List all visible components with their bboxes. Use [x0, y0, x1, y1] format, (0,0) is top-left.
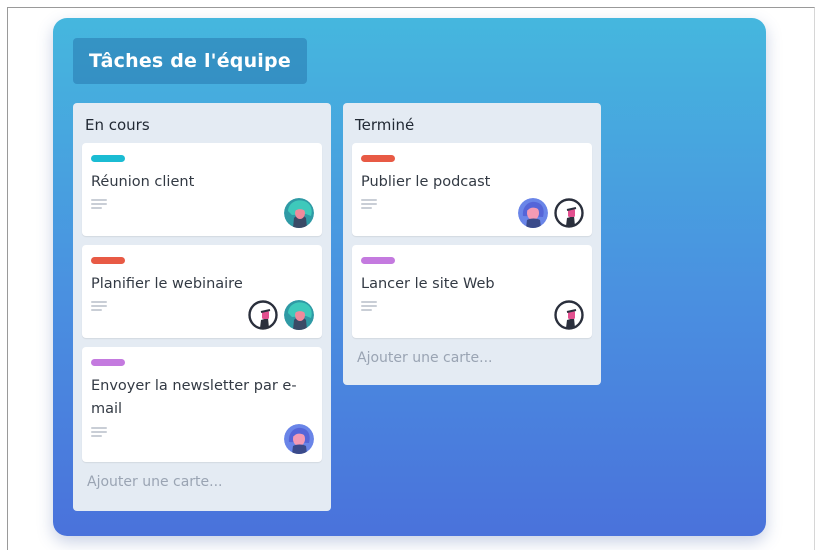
- add-card-button[interactable]: Ajouter une carte...: [352, 347, 592, 369]
- avatar-teal-hair-icon[interactable]: [284, 198, 314, 228]
- list-title[interactable]: Terminé: [352, 103, 592, 143]
- card-members: [284, 424, 314, 454]
- card-members: [554, 300, 584, 330]
- avatar-outline-icon[interactable]: [248, 300, 278, 330]
- card-title: Réunion client: [91, 174, 195, 190]
- description-lines-icon: [361, 199, 377, 209]
- card-members: [518, 198, 584, 228]
- card-title: Lancer le site Web: [361, 276, 495, 292]
- card-planifier-webinaire[interactable]: Planifier le webinaire: [82, 245, 322, 338]
- card-label: [361, 257, 395, 264]
- description-lines-icon: [91, 199, 107, 209]
- card-members: [284, 198, 314, 228]
- card-publier-podcast[interactable]: Publier le podcast: [352, 143, 592, 236]
- list-title[interactable]: En cours: [82, 103, 322, 143]
- card-title: Planifier le webinaire: [91, 276, 243, 292]
- avatar-outline-icon[interactable]: [554, 300, 584, 330]
- card-label: [91, 359, 125, 366]
- description-lines-icon: [91, 301, 107, 311]
- card-label: [361, 155, 395, 162]
- card-reunion-client[interactable]: Réunion client: [82, 143, 322, 236]
- kanban-board: Tâches de l'équipe En cours Réunion clie…: [53, 18, 766, 536]
- card-title: Envoyer la newsletter par e-mail: [91, 378, 297, 417]
- description-lines-icon: [361, 301, 377, 311]
- board-title[interactable]: Tâches de l'équipe: [73, 38, 307, 84]
- avatar-blue-icon[interactable]: [518, 198, 548, 228]
- card-members: [248, 300, 314, 330]
- card-lancer-site-web[interactable]: Lancer le site Web: [352, 245, 592, 338]
- avatar-blue-icon[interactable]: [284, 424, 314, 454]
- card-label: [91, 155, 125, 162]
- avatar-outline-icon[interactable]: [554, 198, 584, 228]
- list-en-cours: En cours Réunion client Planifier le web…: [73, 103, 331, 511]
- avatar-teal-hair-icon[interactable]: [284, 300, 314, 330]
- list-termine: Terminé Publier le podcast Lancer le sit…: [343, 103, 601, 385]
- card-envoyer-newsletter[interactable]: Envoyer la newsletter par e-mail: [82, 347, 322, 462]
- card-title: Publier le podcast: [361, 174, 491, 190]
- description-lines-icon: [91, 427, 107, 437]
- add-card-button[interactable]: Ajouter une carte...: [82, 471, 322, 493]
- card-label: [91, 257, 125, 264]
